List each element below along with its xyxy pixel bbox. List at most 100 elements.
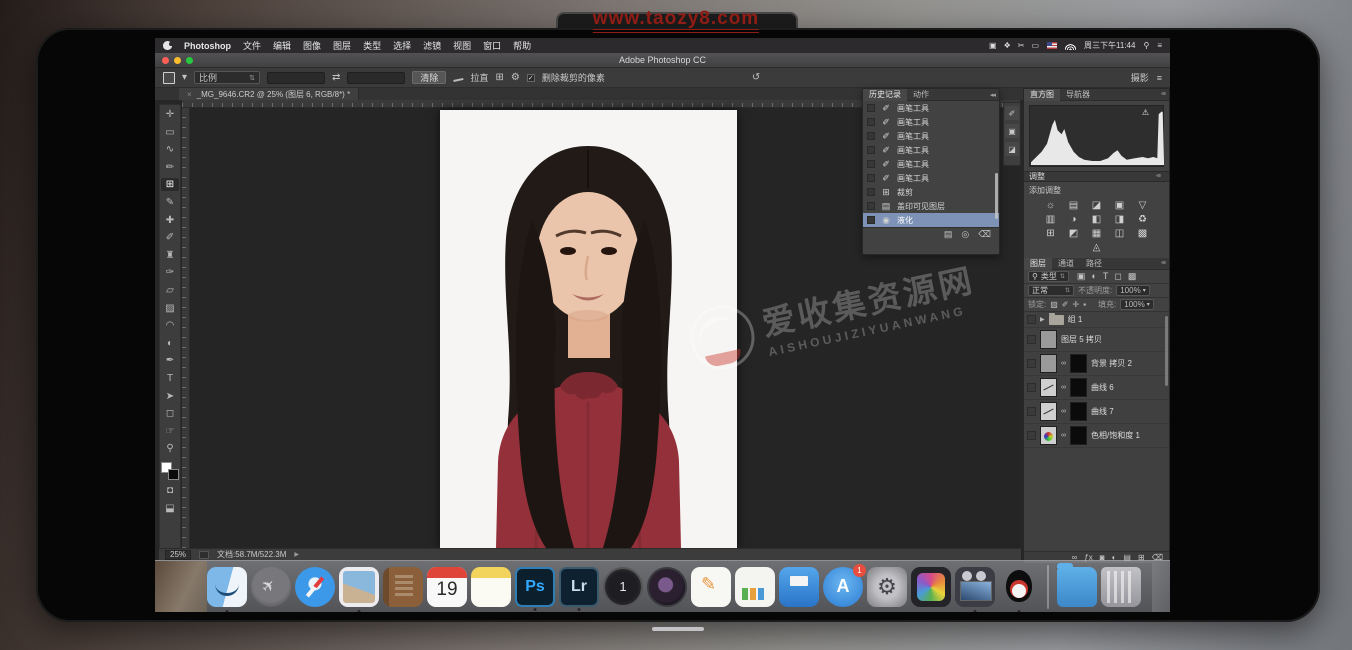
straighten-label[interactable]: 拉直: [470, 71, 488, 84]
dock-launchpad-icon[interactable]: [251, 567, 291, 607]
screen-mode-button[interactable]: ⬓: [161, 502, 179, 515]
input-source-flag-icon[interactable]: [1047, 42, 1057, 49]
tool-button[interactable]: ✚: [161, 214, 179, 227]
swap-dimensions-icon[interactable]: ⇄: [332, 73, 340, 83]
adjustment-icon[interactable]: ▥: [1044, 214, 1057, 225]
status-arrow-icon[interactable]: ▶: [294, 551, 299, 558]
tool-button[interactable]: ▱: [161, 284, 179, 297]
wifi-icon[interactable]: [1065, 42, 1076, 50]
menu-item[interactable]: 视图: [453, 39, 471, 52]
dock-aperture-icon[interactable]: [647, 567, 687, 607]
close-tab-icon[interactable]: ×: [187, 90, 192, 99]
dock-safari-icon[interactable]: [295, 567, 335, 607]
layer-visibility-toggle[interactable]: [1027, 407, 1036, 416]
layer-row[interactable]: ∞ 背景 拷贝 2: [1024, 352, 1169, 376]
clear-button[interactable]: 清除: [412, 71, 446, 84]
blend-mode-select[interactable]: 正常 ⇅: [1028, 285, 1074, 296]
background-color-swatch[interactable]: [168, 469, 179, 480]
history-row[interactable]: ✐ 画笔工具: [863, 171, 999, 185]
dock-capture-one-icon[interactable]: 1: [603, 567, 643, 607]
tool-button[interactable]: ✏: [161, 161, 179, 174]
adjustment-icon[interactable]: ◨: [1113, 214, 1126, 225]
tool-button[interactable]: ⚲: [161, 442, 179, 455]
history-source-well[interactable]: [867, 132, 875, 140]
tool-button[interactable]: T: [161, 372, 179, 385]
reset-icon[interactable]: ↺: [752, 73, 760, 83]
menu-item[interactable]: 选择: [393, 39, 411, 52]
layer-filter-icon[interactable]: T: [1103, 271, 1109, 282]
status-icon[interactable]: ❖: [1004, 41, 1011, 50]
history-row[interactable]: ✐ 画笔工具: [863, 101, 999, 115]
dock-photoshop-icon[interactable]: Ps: [515, 567, 555, 607]
layer-thumbnail[interactable]: [1040, 402, 1057, 421]
layer-row[interactable]: ∞ 色相/饱和度 1: [1024, 424, 1169, 448]
tool-button[interactable]: ◠: [161, 319, 179, 332]
layer-filter-icon[interactable]: ▣: [1077, 271, 1086, 282]
layer-thumbnail[interactable]: [1040, 330, 1057, 349]
color-swatches[interactable]: [161, 462, 179, 480]
crop-tool-icon[interactable]: [163, 72, 175, 84]
history-source-well[interactable]: [867, 216, 875, 224]
collapsed-panel-button[interactable]: ✐: [1005, 106, 1019, 120]
history-footer-icon[interactable]: ▤: [944, 229, 953, 240]
histogram-warning-icon[interactable]: ⚠: [1142, 108, 1149, 117]
history-source-well[interactable]: [867, 104, 875, 112]
adjustment-icon[interactable]: ▦: [1090, 228, 1103, 239]
panel-menu-icon[interactable]: -≡: [1161, 260, 1169, 267]
delete-cropped-checkbox[interactable]: ✓: [527, 74, 535, 82]
lock-icon[interactable]: ✐: [1062, 300, 1069, 309]
spotlight-icon[interactable]: ⚲: [1143, 41, 1149, 50]
layer-row[interactable]: ∞ 图层 5 拷贝: [1024, 328, 1169, 352]
dock-keynote-icon[interactable]: [779, 567, 819, 607]
adjustment-icon[interactable]: ◑: [1067, 214, 1080, 225]
layer-row[interactable]: ▶ ∞ 组 1: [1024, 312, 1169, 328]
layer-filter-icon[interactable]: ◐: [1091, 271, 1096, 282]
history-row[interactable]: ⊞ 裁剪: [863, 185, 999, 199]
adjustment-icon[interactable]: ♻: [1136, 214, 1149, 225]
collapsed-panel-button[interactable]: ◪: [1005, 142, 1019, 156]
layer-row[interactable]: ∞ 曲线 7: [1024, 400, 1169, 424]
dock-contacts-icon[interactable]: [383, 567, 423, 607]
dock-calendar-icon[interactable]: 19: [427, 567, 467, 607]
menu-item[interactable]: 滤镜: [423, 39, 441, 52]
status-icon[interactable]: ✂: [1018, 41, 1025, 50]
delete-cropped-label[interactable]: 删除裁剪的像素: [542, 71, 605, 84]
lock-icon[interactable]: ✛: [1073, 300, 1080, 309]
adjustment-icon[interactable]: ▽: [1136, 200, 1149, 211]
layer-thumbnail[interactable]: [1040, 354, 1057, 373]
layer-mask-thumbnail[interactable]: [1070, 426, 1087, 445]
layers-scrollbar[interactable]: [1165, 316, 1168, 386]
status-icon[interactable]: ▣: [989, 41, 997, 50]
fill-value[interactable]: 100% ▾: [1120, 299, 1153, 310]
panel-tab[interactable]: 通道: [1052, 258, 1080, 270]
lock-icon[interactable]: ▨: [1050, 300, 1058, 309]
crop-ratio-select[interactable]: 比例 ⇅: [194, 71, 260, 84]
clock[interactable]: 周三下午11:44: [1084, 40, 1135, 51]
dock-system-preferences-icon[interactable]: ⚙: [867, 567, 907, 607]
layer-visibility-toggle[interactable]: [1027, 335, 1036, 344]
dock-folder-icon[interactable]: [1057, 567, 1097, 607]
dock-notes-icon[interactable]: [471, 567, 511, 607]
history-footer-icon[interactable]: ⌫: [978, 229, 991, 240]
tool-button[interactable]: ✒: [161, 354, 179, 367]
adjustment-icon[interactable]: ◫: [1113, 228, 1126, 239]
menu-item[interactable]: 图像: [303, 39, 321, 52]
crop-height-input[interactable]: [347, 72, 405, 84]
dock-appstore-icon[interactable]: A 1: [823, 567, 863, 607]
tool-button[interactable]: ➤: [161, 390, 179, 403]
crop-width-input[interactable]: [267, 72, 325, 84]
tool-button[interactable]: ♜: [161, 249, 179, 262]
tool-button[interactable]: ☞: [161, 425, 179, 438]
quick-mask-button[interactable]: ◘: [161, 484, 179, 497]
dock-pages-icon[interactable]: [691, 567, 731, 607]
panel-tab[interactable]: 历史记录: [863, 89, 907, 101]
filter-kind-select[interactable]: ⚲ 类型 ⇅: [1028, 271, 1069, 282]
crop-settings-gear-icon[interactable]: ⚙: [511, 73, 520, 83]
dock-lightroom-icon[interactable]: Lr: [559, 567, 599, 607]
panel-menu-icon[interactable]: -≡: [1161, 91, 1169, 98]
history-row[interactable]: ✐ 画笔工具: [863, 115, 999, 129]
history-source-well[interactable]: [867, 118, 875, 126]
portrait-photo[interactable]: [440, 110, 737, 548]
menu-item[interactable]: 窗口: [483, 39, 501, 52]
layer-thumbnail[interactable]: [1040, 378, 1057, 397]
